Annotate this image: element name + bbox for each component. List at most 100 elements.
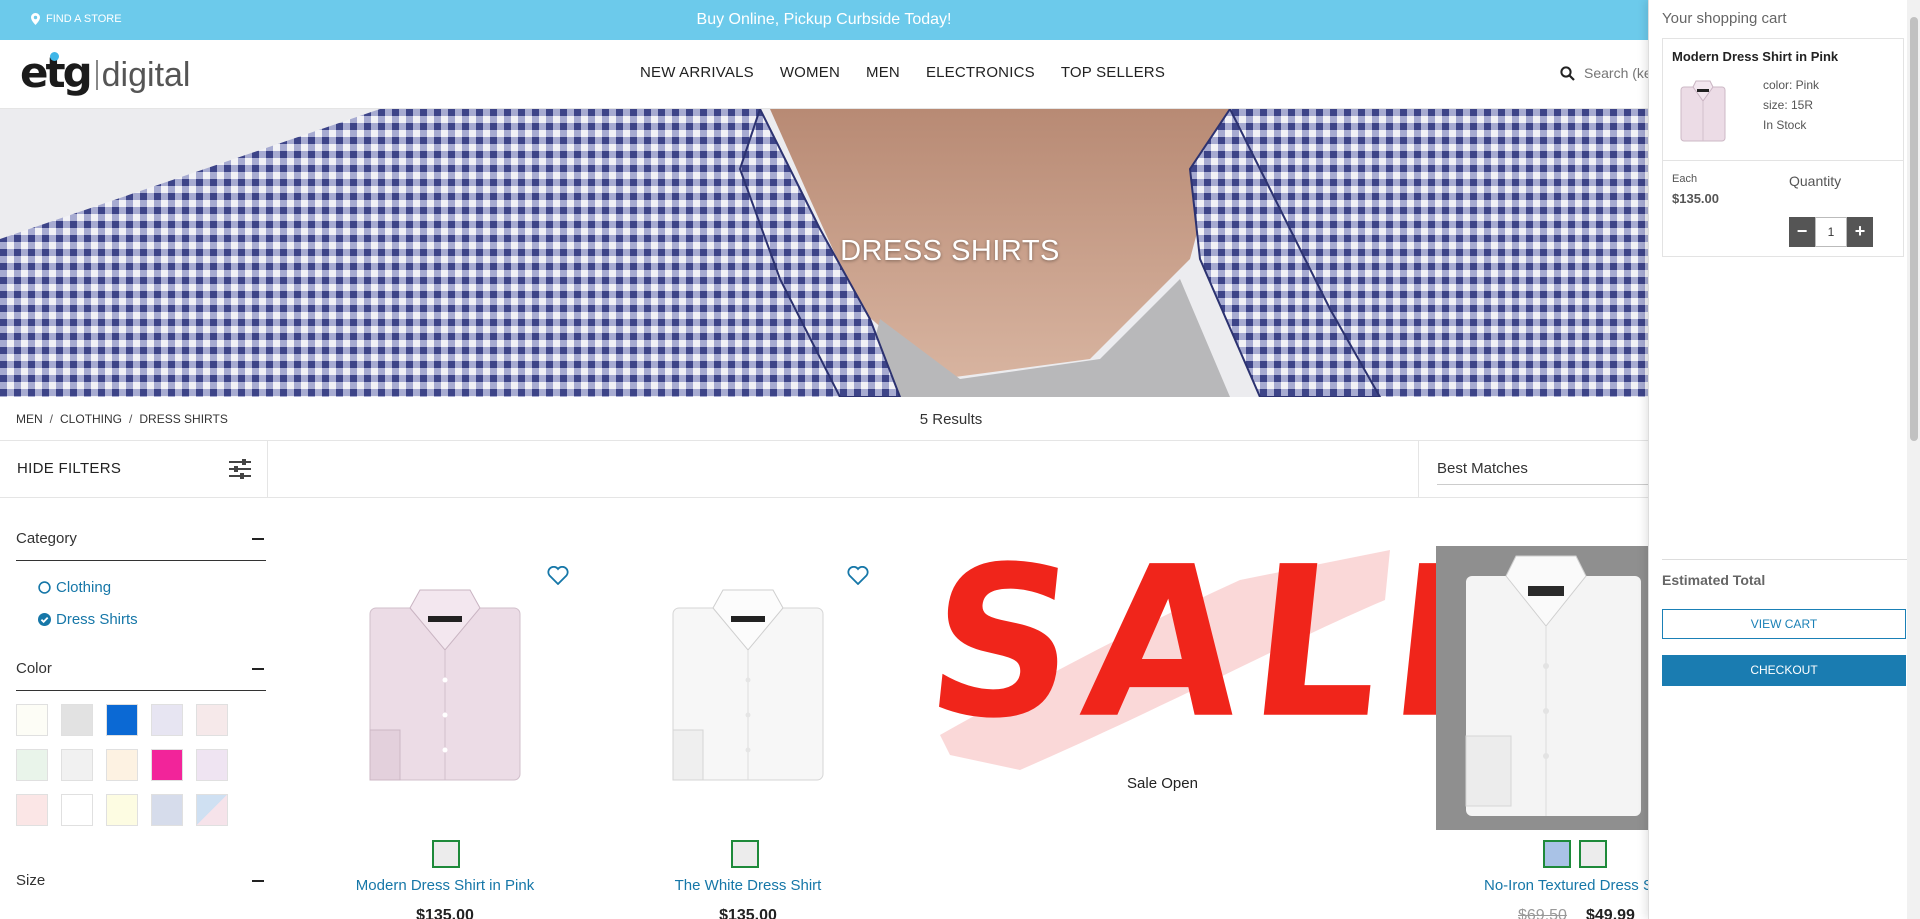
cart-item-size: size: 15R [1763, 98, 1814, 112]
cart-title: Your shopping cart [1662, 10, 1787, 27]
category-facet-title: Category [16, 530, 77, 547]
product-price: $135.00 [719, 907, 777, 919]
nav-men[interactable]: MEN [866, 64, 900, 81]
color-swatch[interactable] [16, 749, 48, 781]
heart-icon[interactable] [847, 566, 869, 585]
sort-underline [1437, 484, 1667, 485]
quantity-stepper: − 1 + [1789, 217, 1873, 247]
logo-sub: digital [101, 56, 191, 94]
category-list: Clothing Dress Shirts [16, 561, 266, 628]
search-icon[interactable] [1560, 65, 1575, 81]
heart-icon[interactable] [547, 566, 569, 585]
color-swatch[interactable] [16, 794, 48, 826]
sale-promo-tile[interactable]: SALE Sale Open [917, 522, 1553, 810]
search-input[interactable] [1584, 65, 1654, 81]
category-facet-header[interactable]: Category [16, 530, 266, 561]
product-name[interactable]: The White Dress Shirt [598, 877, 898, 894]
site-logo[interactable]: etg digital [20, 50, 190, 96]
category-label: Dress Shirts [56, 611, 138, 628]
check-circle-icon [38, 613, 51, 626]
color-swatch[interactable] [106, 749, 138, 781]
color-swatch[interactable] [61, 704, 93, 736]
breadcrumb-bar: MEN / CLOTHING / DRESS SHIRTS 5 Results [0, 397, 1648, 441]
product-image-pink-shirt[interactable] [360, 580, 530, 790]
decrease-quantity-button[interactable]: − [1789, 217, 1815, 247]
product-old-price: $69.50 [1518, 907, 1567, 919]
color-facet-header[interactable]: Color [16, 660, 266, 691]
size-facet: Size [16, 872, 266, 902]
color-swatch[interactable] [196, 704, 228, 736]
scrollbar-thumb[interactable] [1910, 17, 1918, 441]
sort-select[interactable]: Best Matches [1418, 441, 1667, 497]
filter-sliders-icon [229, 459, 251, 479]
color-facet: Color [16, 660, 266, 826]
color-swatch[interactable] [106, 704, 138, 736]
category-item-dress-shirts[interactable]: Dress Shirts [38, 611, 266, 628]
color-swatch[interactable] [106, 794, 138, 826]
cart-line-item: Modern Dress Shirt in Pink color: Pink s… [1662, 38, 1904, 257]
shopping-cart-drawer: Your shopping cart Modern Dress Shirt in… [1648, 0, 1920, 919]
increase-quantity-button[interactable]: + [1847, 217, 1873, 247]
radio-empty-icon [38, 581, 51, 594]
color-chip[interactable] [731, 840, 759, 868]
filter-bar: HIDE FILTERS Best Matches [0, 441, 1667, 498]
hide-filters-button[interactable]: HIDE FILTERS [0, 441, 268, 497]
nav-women[interactable]: WOMEN [780, 64, 840, 81]
hide-filters-label: HIDE FILTERS [17, 460, 122, 477]
promo-bar: FIND A STORE Buy Online, Pickup Curbside… [0, 0, 1648, 40]
product-image-textured-shirt[interactable] [1436, 546, 1648, 830]
color-facet-title: Color [16, 660, 52, 677]
color-swatch[interactable] [151, 749, 183, 781]
color-chip[interactable] [432, 840, 460, 868]
product-price: $49.99 [1586, 907, 1635, 919]
color-chip[interactable] [1543, 840, 1571, 868]
checkout-button[interactable]: CHECKOUT [1662, 655, 1906, 686]
view-cart-button[interactable]: VIEW CART [1662, 609, 1906, 639]
cart-item-divider [1663, 160, 1903, 161]
each-price: $135.00 [1672, 191, 1719, 206]
filters-sidebar: Category Clothing Dress Shirts Color Siz… [16, 498, 266, 902]
site-header: etg digital NEW ARRIVALS WOMEN MEN ELECT… [0, 40, 1654, 109]
nav-new-arrivals[interactable]: NEW ARRIVALS [640, 64, 754, 81]
cart-item-color: color: Pink [1763, 78, 1820, 92]
product-name[interactable]: No-Iron Textured Dress S [1436, 877, 1653, 894]
main-nav: NEW ARRIVALS WOMEN MEN ELECTRONICS TOP S… [640, 64, 1191, 81]
color-swatch[interactable] [61, 749, 93, 781]
cart-item-name[interactable]: Modern Dress Shirt in Pink [1672, 49, 1838, 64]
product-name[interactable]: Modern Dress Shirt in Pink [295, 877, 595, 894]
color-swatch[interactable] [16, 704, 48, 736]
color-swatch[interactable] [196, 794, 228, 826]
cart-scrollbar[interactable] [1907, 0, 1920, 919]
product-price: $135.00 [416, 907, 474, 919]
cart-item-details: color: Pink size: 15R In Stock [1763, 75, 1819, 135]
product-card[interactable]: Modern Dress Shirt in Pink $135.00 [295, 540, 595, 919]
product-image-white-shirt[interactable] [663, 580, 833, 790]
logo-divider [95, 60, 98, 90]
cart-item-thumbnail[interactable] [1677, 79, 1729, 143]
color-swatch[interactable] [61, 794, 93, 826]
search-box [1560, 58, 1660, 88]
quantity-label: Quantity [1789, 173, 1842, 189]
color-chip[interactable] [1579, 840, 1607, 868]
logo-dot [50, 52, 59, 61]
nav-electronics[interactable]: ELECTRONICS [926, 64, 1035, 81]
product-card[interactable]: The White Dress Shirt $135.00 [598, 540, 898, 919]
results-count: 5 Results [919, 411, 983, 428]
size-facet-title: Size [16, 872, 46, 889]
collapse-minus-icon[interactable] [252, 537, 264, 540]
size-facet-header[interactable]: Size [16, 872, 266, 902]
collapse-minus-icon[interactable] [252, 879, 264, 882]
category-item-clothing[interactable]: Clothing [38, 579, 266, 596]
color-swatch[interactable] [196, 749, 228, 781]
collapse-minus-icon[interactable] [252, 667, 264, 670]
sale-caption: Sale Open [1127, 775, 1198, 792]
sale-word: SALE [917, 522, 1554, 765]
color-swatch[interactable] [151, 704, 183, 736]
each-label: Each [1672, 173, 1698, 185]
estimated-total-divider [1662, 559, 1907, 560]
promo-message[interactable]: Buy Online, Pickup Curbside Today! [0, 11, 1648, 29]
quantity-input[interactable]: 1 [1815, 217, 1847, 247]
nav-top-sellers[interactable]: TOP SELLERS [1061, 64, 1165, 81]
hero-title: DRESS SHIRTS [840, 235, 1060, 267]
color-swatch[interactable] [151, 794, 183, 826]
